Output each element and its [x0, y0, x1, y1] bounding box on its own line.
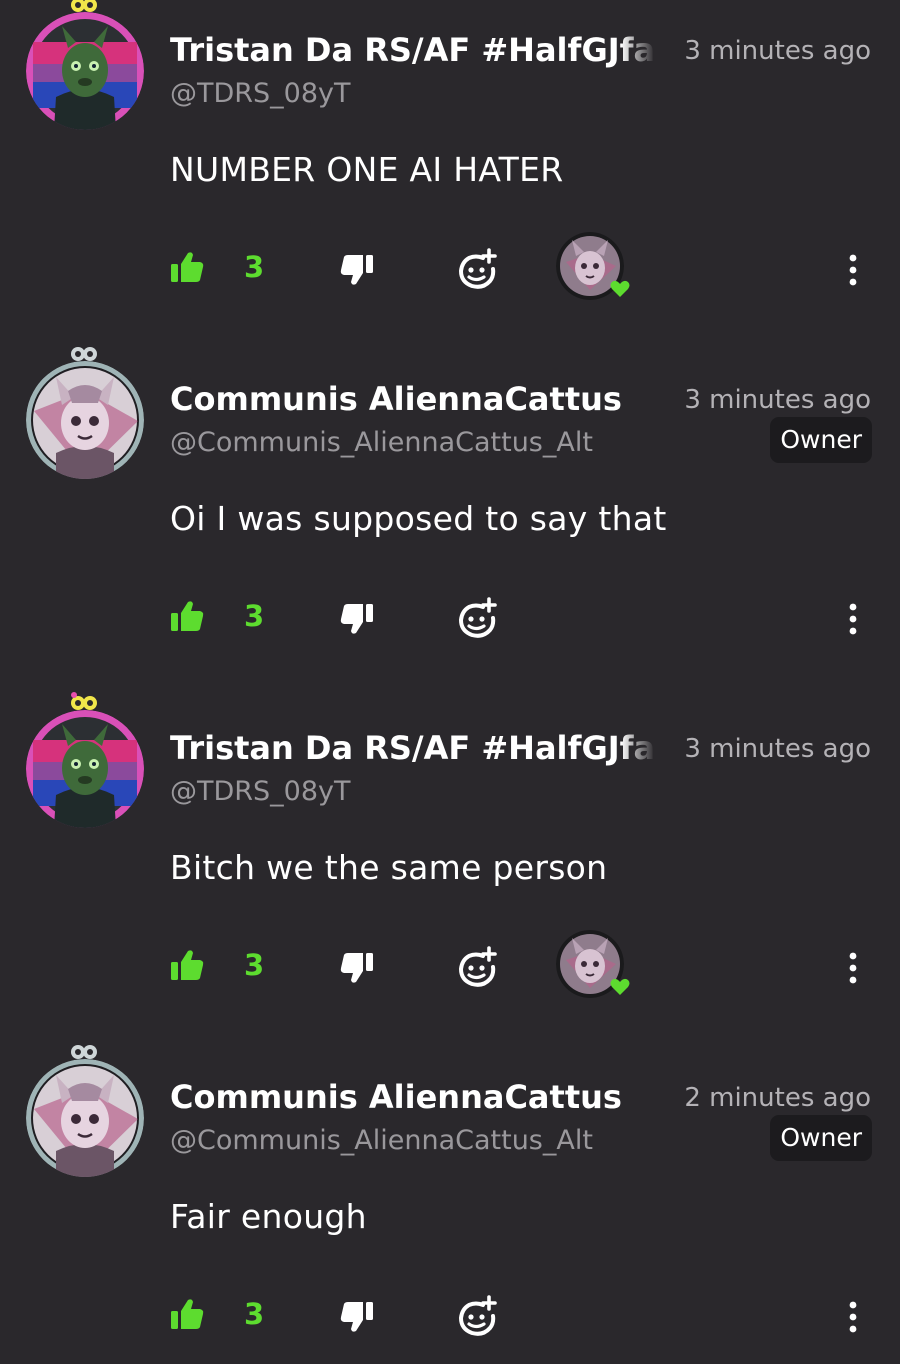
add-reaction-icon[interactable]: [456, 248, 498, 290]
like-count: 3: [244, 250, 265, 284]
avatar[interactable]: [26, 1059, 144, 1177]
more-vertical-icon[interactable]: [840, 252, 866, 288]
like-count: 3: [244, 599, 265, 633]
thumbs-down-icon[interactable]: [340, 952, 374, 984]
add-reaction-icon[interactable]: [456, 1295, 498, 1337]
comment-timestamp: 2 minutes ago: [684, 1083, 871, 1113]
avatar-frame-ornament-icon: [71, 1045, 97, 1059]
avatar[interactable]: [26, 361, 144, 479]
comment-item: Communis AliennaCattus @Communis_Alienna…: [0, 347, 900, 698]
heart-icon: [610, 280, 630, 297]
comment-feed: Tristan Da RS/AF #HalfGJfam @TDRS_08yT 3…: [0, 0, 900, 1364]
comment-username[interactable]: Tristan Da RS/AF #HalfGJfam: [170, 729, 655, 769]
reactor-avatar[interactable]: [556, 930, 630, 998]
avatar[interactable]: [26, 710, 144, 828]
thumbs-down-icon[interactable]: [340, 603, 374, 635]
more-vertical-icon[interactable]: [840, 950, 866, 986]
comment-username[interactable]: Communis AliennaCattus: [170, 1078, 655, 1118]
comment-text: Bitch we the same person: [170, 848, 608, 887]
thumbs-down-icon[interactable]: [340, 1301, 374, 1333]
add-reaction-icon[interactable]: [456, 946, 498, 988]
more-vertical-icon[interactable]: [840, 601, 866, 637]
thumbs-up-icon[interactable]: [170, 251, 204, 283]
comment-timestamp: 3 minutes ago: [684, 385, 871, 415]
comment-username[interactable]: Tristan Da RS/AF #HalfGJfam: [170, 31, 655, 71]
comment-actions: 3: [0, 1287, 900, 1347]
communis-avatar-image: [26, 361, 144, 479]
avatar[interactable]: [26, 12, 144, 130]
comment-timestamp: 3 minutes ago: [684, 36, 871, 66]
comment-text: NUMBER ONE AI HATER: [170, 150, 564, 189]
comment-handle[interactable]: @TDRS_08yT: [170, 78, 351, 109]
thumbs-up-icon[interactable]: [170, 600, 204, 632]
comment-item: Tristan Da RS/AF #HalfGJfam @TDRS_08yT 3…: [0, 692, 900, 1047]
avatar-frame-ornament-icon: [71, 692, 97, 710]
comment-item: Communis AliennaCattus @Communis_Alienna…: [0, 1045, 900, 1364]
comment-actions: 3: [0, 589, 900, 649]
thumbs-up-icon[interactable]: [170, 1298, 204, 1330]
like-count: 3: [244, 948, 265, 982]
avatar-frame-ornament-icon: [71, 347, 97, 361]
avatar-frame-ornament-icon: [71, 0, 97, 12]
comment-text: Oi I was supposed to say that: [170, 499, 667, 538]
owner-badge: Owner: [770, 1115, 872, 1161]
thumbs-down-icon[interactable]: [340, 254, 374, 286]
owner-badge: Owner: [770, 417, 872, 463]
comment-handle[interactable]: @TDRS_08yT: [170, 776, 351, 807]
thumbs-up-icon[interactable]: [170, 949, 204, 981]
tristan-avatar-image: [26, 710, 144, 828]
add-reaction-icon[interactable]: [456, 597, 498, 639]
comment-username[interactable]: Communis AliennaCattus: [170, 380, 655, 420]
heart-icon: [610, 978, 630, 995]
tristan-avatar-image: [26, 12, 144, 130]
communis-avatar-image: [26, 1059, 144, 1177]
comment-item: Tristan Da RS/AF #HalfGJfam @TDRS_08yT 3…: [0, 0, 900, 349]
reactor-avatar[interactable]: [556, 232, 630, 300]
comment-handle[interactable]: @Communis_AliennaCattus_Alt: [170, 1125, 593, 1156]
comment-text: Fair enough: [170, 1197, 367, 1236]
comment-handle[interactable]: @Communis_AliennaCattus_Alt: [170, 427, 593, 458]
more-vertical-icon[interactable]: [840, 1299, 866, 1335]
comment-actions: 3: [0, 930, 900, 998]
comment-timestamp: 3 minutes ago: [684, 734, 871, 764]
like-count: 3: [244, 1297, 265, 1331]
comment-actions: 3: [0, 232, 900, 300]
